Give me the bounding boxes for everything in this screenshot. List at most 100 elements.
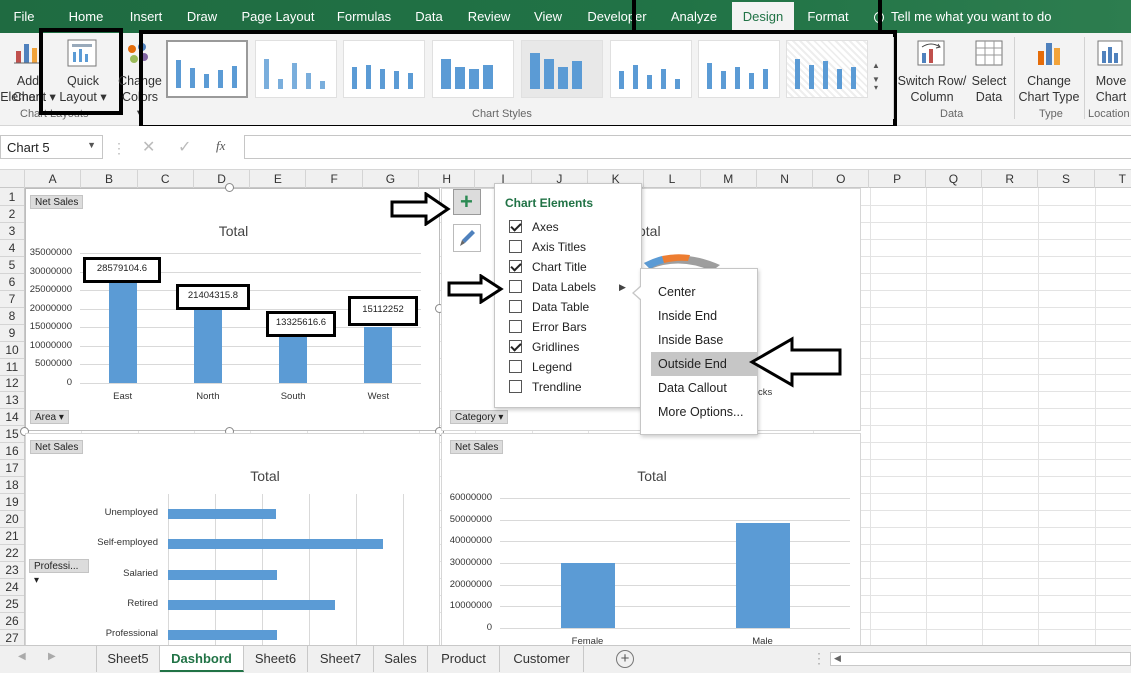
cancel-icon[interactable]: ✕ xyxy=(142,137,155,157)
tab-formulas[interactable]: Formulas xyxy=(332,0,396,33)
row-header-2[interactable]: 2 xyxy=(0,206,24,223)
data-labels-option-inside-end[interactable]: Inside End xyxy=(651,304,757,328)
checkbox-icon[interactable] xyxy=(509,240,522,254)
row-header-1[interactable]: 1 xyxy=(0,189,24,206)
bar-unemployed[interactable] xyxy=(168,509,277,519)
tab-draw[interactable]: Draw xyxy=(180,0,224,33)
chart-element-data-table[interactable]: Data Table xyxy=(509,299,639,317)
row-header-24[interactable]: 24 xyxy=(0,579,24,596)
row-header-18[interactable]: 18 xyxy=(0,477,24,495)
bar-west[interactable] xyxy=(364,326,393,383)
column-header-l[interactable]: L xyxy=(644,170,701,188)
checkbox-icon[interactable] xyxy=(509,380,522,394)
chart-title[interactable]: Total xyxy=(26,468,439,484)
bar-east[interactable] xyxy=(108,276,137,383)
checkbox-icon[interactable] xyxy=(509,300,522,314)
tab-review[interactable]: Review xyxy=(462,0,516,33)
bar-female[interactable] xyxy=(560,562,615,628)
tab-insert[interactable]: Insert xyxy=(122,0,170,33)
chart-element-trendline[interactable]: Trendline xyxy=(509,379,639,397)
chart-element-axes[interactable]: Axes xyxy=(509,219,639,237)
row-header-3[interactable]: 3 xyxy=(0,223,24,240)
row-header-13[interactable]: 13 xyxy=(0,392,24,410)
data-label[interactable]: 21404315.8 xyxy=(176,284,250,310)
scroll-left-icon[interactable]: ◀ xyxy=(834,653,841,664)
tab-page-layout[interactable]: Page Layout xyxy=(236,0,320,33)
bar-self-employed[interactable] xyxy=(168,539,384,550)
row-header-11[interactable]: 11 xyxy=(0,359,24,376)
enter-icon[interactable]: ✓ xyxy=(178,137,191,157)
bar-north[interactable] xyxy=(193,303,222,383)
field-button-category[interactable]: Category ▾ xyxy=(450,410,509,424)
tab-view[interactable]: View xyxy=(528,0,568,33)
row-header-20[interactable]: 20 xyxy=(0,511,24,529)
data-labels-option-more-options[interactable]: More Options... xyxy=(651,400,757,424)
checkbox-icon[interactable] xyxy=(509,280,522,294)
column-header-c[interactable]: C xyxy=(138,170,194,188)
chart-element-error-bars[interactable]: Error Bars xyxy=(509,319,639,337)
prev-sheet-icon[interactable]: ◀ xyxy=(18,651,26,662)
data-labels-option-inside-base[interactable]: Inside Base xyxy=(651,328,757,352)
row-header-25[interactable]: 25 xyxy=(0,596,24,613)
row-header-16[interactable]: 16 xyxy=(0,443,24,461)
tab-split-icon[interactable]: ⋮ xyxy=(812,650,826,667)
switch-row-column-button[interactable]: Switch Row/ Column xyxy=(896,35,968,105)
checkbox-checked-icon[interactable] xyxy=(509,220,522,234)
row-header-21[interactable]: 21 xyxy=(0,528,24,545)
row-header-4[interactable]: 4 xyxy=(0,240,24,257)
checkbox-checked-icon[interactable] xyxy=(509,260,522,274)
chart-element-axis-titles[interactable]: Axis Titles xyxy=(509,239,639,257)
data-labels-option-center[interactable]: Center xyxy=(651,280,757,304)
column-header-h[interactable]: H xyxy=(419,170,476,188)
checkbox-icon[interactable] xyxy=(509,320,522,334)
data-labels-option-data-callout[interactable]: Data Callout xyxy=(651,376,757,400)
column-header-r[interactable]: R xyxy=(982,170,1039,188)
select-all-corner[interactable] xyxy=(0,170,25,188)
row-header-9[interactable]: 9 xyxy=(0,325,24,342)
change-chart-type-button[interactable]: Change Chart Type xyxy=(1016,35,1082,105)
checkbox-icon[interactable] xyxy=(509,360,522,374)
chart-elements-button[interactable]: + xyxy=(453,189,481,215)
data-label[interactable]: 28579104.6 xyxy=(83,257,161,283)
row-header-10[interactable]: 10 xyxy=(0,342,24,359)
bar-professional[interactable] xyxy=(168,630,278,641)
chart-net-sales-by-area[interactable]: Net Sales Total 35000000 30000000 25000000… xyxy=(25,188,440,431)
row-header-26[interactable]: 26 xyxy=(0,613,24,630)
column-header-d[interactable]: D xyxy=(194,170,251,188)
row-header-7[interactable]: 7 xyxy=(0,291,24,308)
column-header-a[interactable]: A xyxy=(25,170,82,188)
checkbox-checked-icon[interactable] xyxy=(509,340,522,354)
sheet-tab-customer[interactable]: Customer xyxy=(500,646,584,672)
formula-input[interactable] xyxy=(244,135,1131,159)
column-header-b[interactable]: B xyxy=(81,170,138,188)
sheet-tab-sheet7[interactable]: Sheet7 xyxy=(308,646,374,672)
row-header-6[interactable]: 6 xyxy=(0,274,24,291)
column-header-g[interactable]: G xyxy=(363,170,420,188)
tab-file[interactable]: File xyxy=(4,0,44,33)
bar-male[interactable] xyxy=(735,523,790,628)
column-header-e[interactable]: E xyxy=(250,170,307,188)
row-header-14[interactable]: 14 xyxy=(0,409,24,427)
data-label[interactable]: 15112252 xyxy=(348,296,418,326)
column-header-s[interactable]: S xyxy=(1038,170,1095,188)
field-button-net-sales[interactable]: Net Sales xyxy=(450,440,504,454)
bar-salaried[interactable] xyxy=(168,569,278,580)
row-header-19[interactable]: 19 xyxy=(0,494,24,512)
next-sheet-icon[interactable]: ▶ xyxy=(48,651,56,662)
chart-element-legend[interactable]: Legend xyxy=(509,359,639,377)
bar-retired[interactable] xyxy=(168,599,336,610)
move-chart-button[interactable]: Move Chart xyxy=(1088,35,1131,105)
name-box[interactable]: Chart 5 ▼ xyxy=(0,135,103,159)
resize-handle[interactable] xyxy=(225,183,234,192)
sheet-tab-dashbord[interactable]: Dashbord xyxy=(160,646,244,672)
row-header-22[interactable]: 22 xyxy=(0,545,24,562)
chevron-right-icon[interactable]: ▶ xyxy=(619,279,626,295)
add-sheet-button[interactable]: + xyxy=(616,650,634,668)
sheet-tab-sheet6[interactable]: Sheet6 xyxy=(244,646,308,672)
chart-title[interactable]: Total xyxy=(26,223,439,239)
column-header-q[interactable]: Q xyxy=(926,170,983,188)
field-button-area[interactable]: Area ▾ xyxy=(30,410,69,424)
sheet-tab-sheet5[interactable]: Sheet5 xyxy=(96,646,160,672)
sheet-tab-sales[interactable]: Sales xyxy=(374,646,428,672)
sheet-tab-product[interactable]: Product xyxy=(428,646,500,672)
